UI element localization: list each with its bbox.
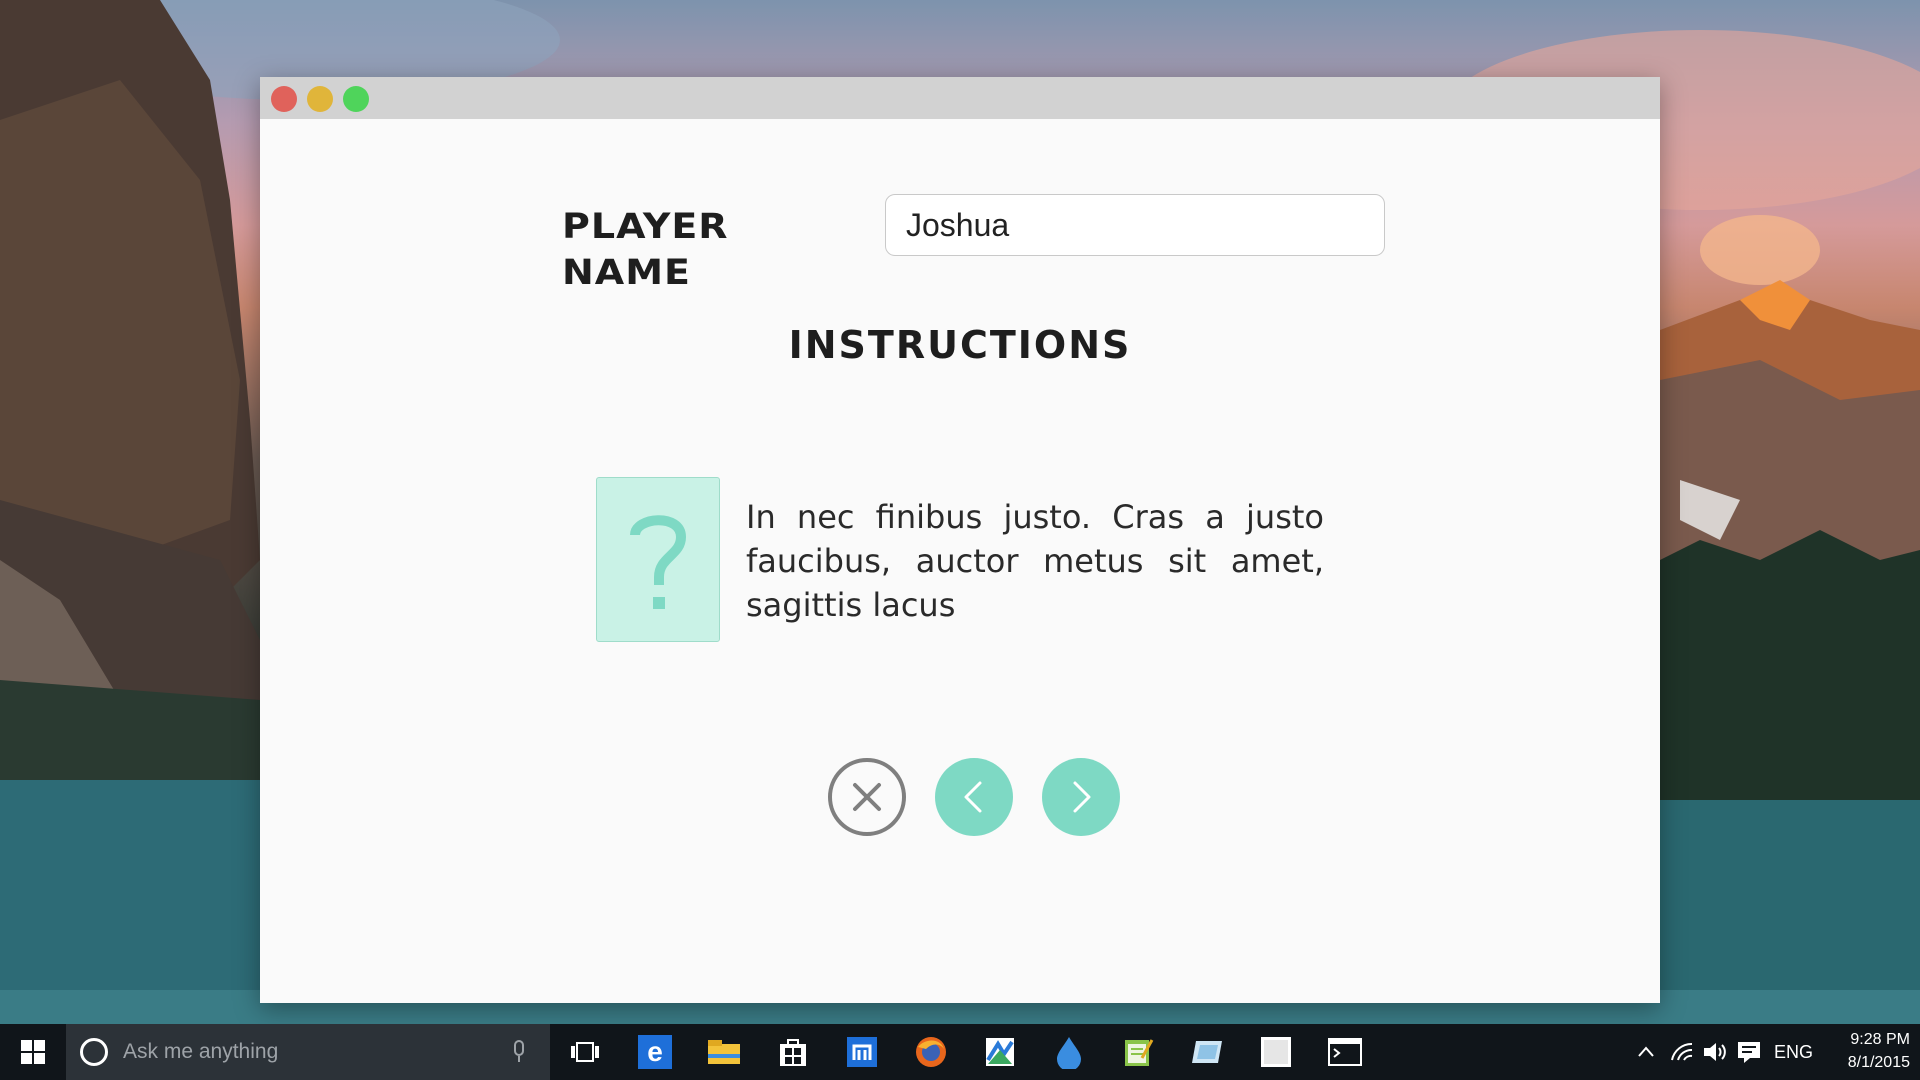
language-indicator[interactable]: ENG — [1774, 1042, 1813, 1063]
previous-button[interactable] — [935, 758, 1013, 836]
app-window: Player Name Instructions In nec finibus … — [260, 77, 1660, 1003]
chevron-up-icon[interactable] — [1636, 1042, 1656, 1062]
maps-app-icon[interactable] — [980, 1032, 1020, 1072]
wifi-icon[interactable] — [1670, 1040, 1694, 1064]
firefox-icon[interactable] — [911, 1032, 951, 1072]
store-icon[interactable] — [773, 1032, 813, 1072]
notepad-icon[interactable] — [1118, 1032, 1158, 1072]
volume-icon[interactable] — [1702, 1040, 1728, 1064]
file-explorer-icon[interactable] — [704, 1032, 744, 1072]
chevron-left-icon — [964, 781, 982, 813]
terminal-icon[interactable] — [1325, 1032, 1365, 1072]
next-button[interactable] — [1042, 758, 1120, 836]
question-mark-icon — [630, 514, 687, 609]
tablet-app-icon[interactable] — [1187, 1032, 1227, 1072]
start-button[interactable] — [0, 1024, 66, 1080]
x-icon — [853, 783, 881, 811]
remote-app-icon[interactable] — [842, 1032, 882, 1072]
taskbar: Ask me anything e ENG 9:28 PM 8/1/2015 — [0, 1024, 1920, 1080]
window-minimize-button[interactable] — [307, 86, 333, 112]
clock[interactable]: 9:28 PM 8/1/2015 — [1830, 1028, 1910, 1074]
search-box[interactable]: Ask me anything — [66, 1024, 550, 1080]
player-name-input[interactable] — [885, 194, 1385, 256]
clock-date: 8/1/2015 — [1847, 1054, 1910, 1071]
chevron-right-icon — [1073, 781, 1091, 813]
instruction-text: In nec finibus justo. Cras a justo fauci… — [746, 498, 1324, 624]
water-drop-icon[interactable] — [1049, 1032, 1089, 1072]
windows-logo-icon — [21, 1040, 45, 1064]
edge-browser-icon[interactable]: e — [635, 1032, 675, 1072]
task-view-icon[interactable] — [565, 1032, 605, 1072]
help-tile — [596, 477, 720, 642]
window-maximize-button[interactable] — [343, 86, 369, 112]
notification-icon[interactable] — [1736, 1039, 1762, 1065]
cortana-icon — [80, 1038, 108, 1066]
clock-time: 9:28 PM — [1850, 1031, 1910, 1048]
instructions-heading: Instructions — [788, 323, 1132, 367]
window-titlebar[interactable] — [260, 77, 1660, 119]
microphone-icon[interactable] — [512, 1040, 526, 1064]
close-button[interactable] — [828, 758, 906, 836]
search-placeholder: Ask me anything — [123, 1040, 279, 1063]
svg-text:e: e — [647, 1036, 663, 1067]
player-name-label: Player Name — [562, 205, 729, 293]
blank-window-icon[interactable] — [1256, 1032, 1296, 1072]
window-close-button[interactable] — [271, 86, 297, 112]
